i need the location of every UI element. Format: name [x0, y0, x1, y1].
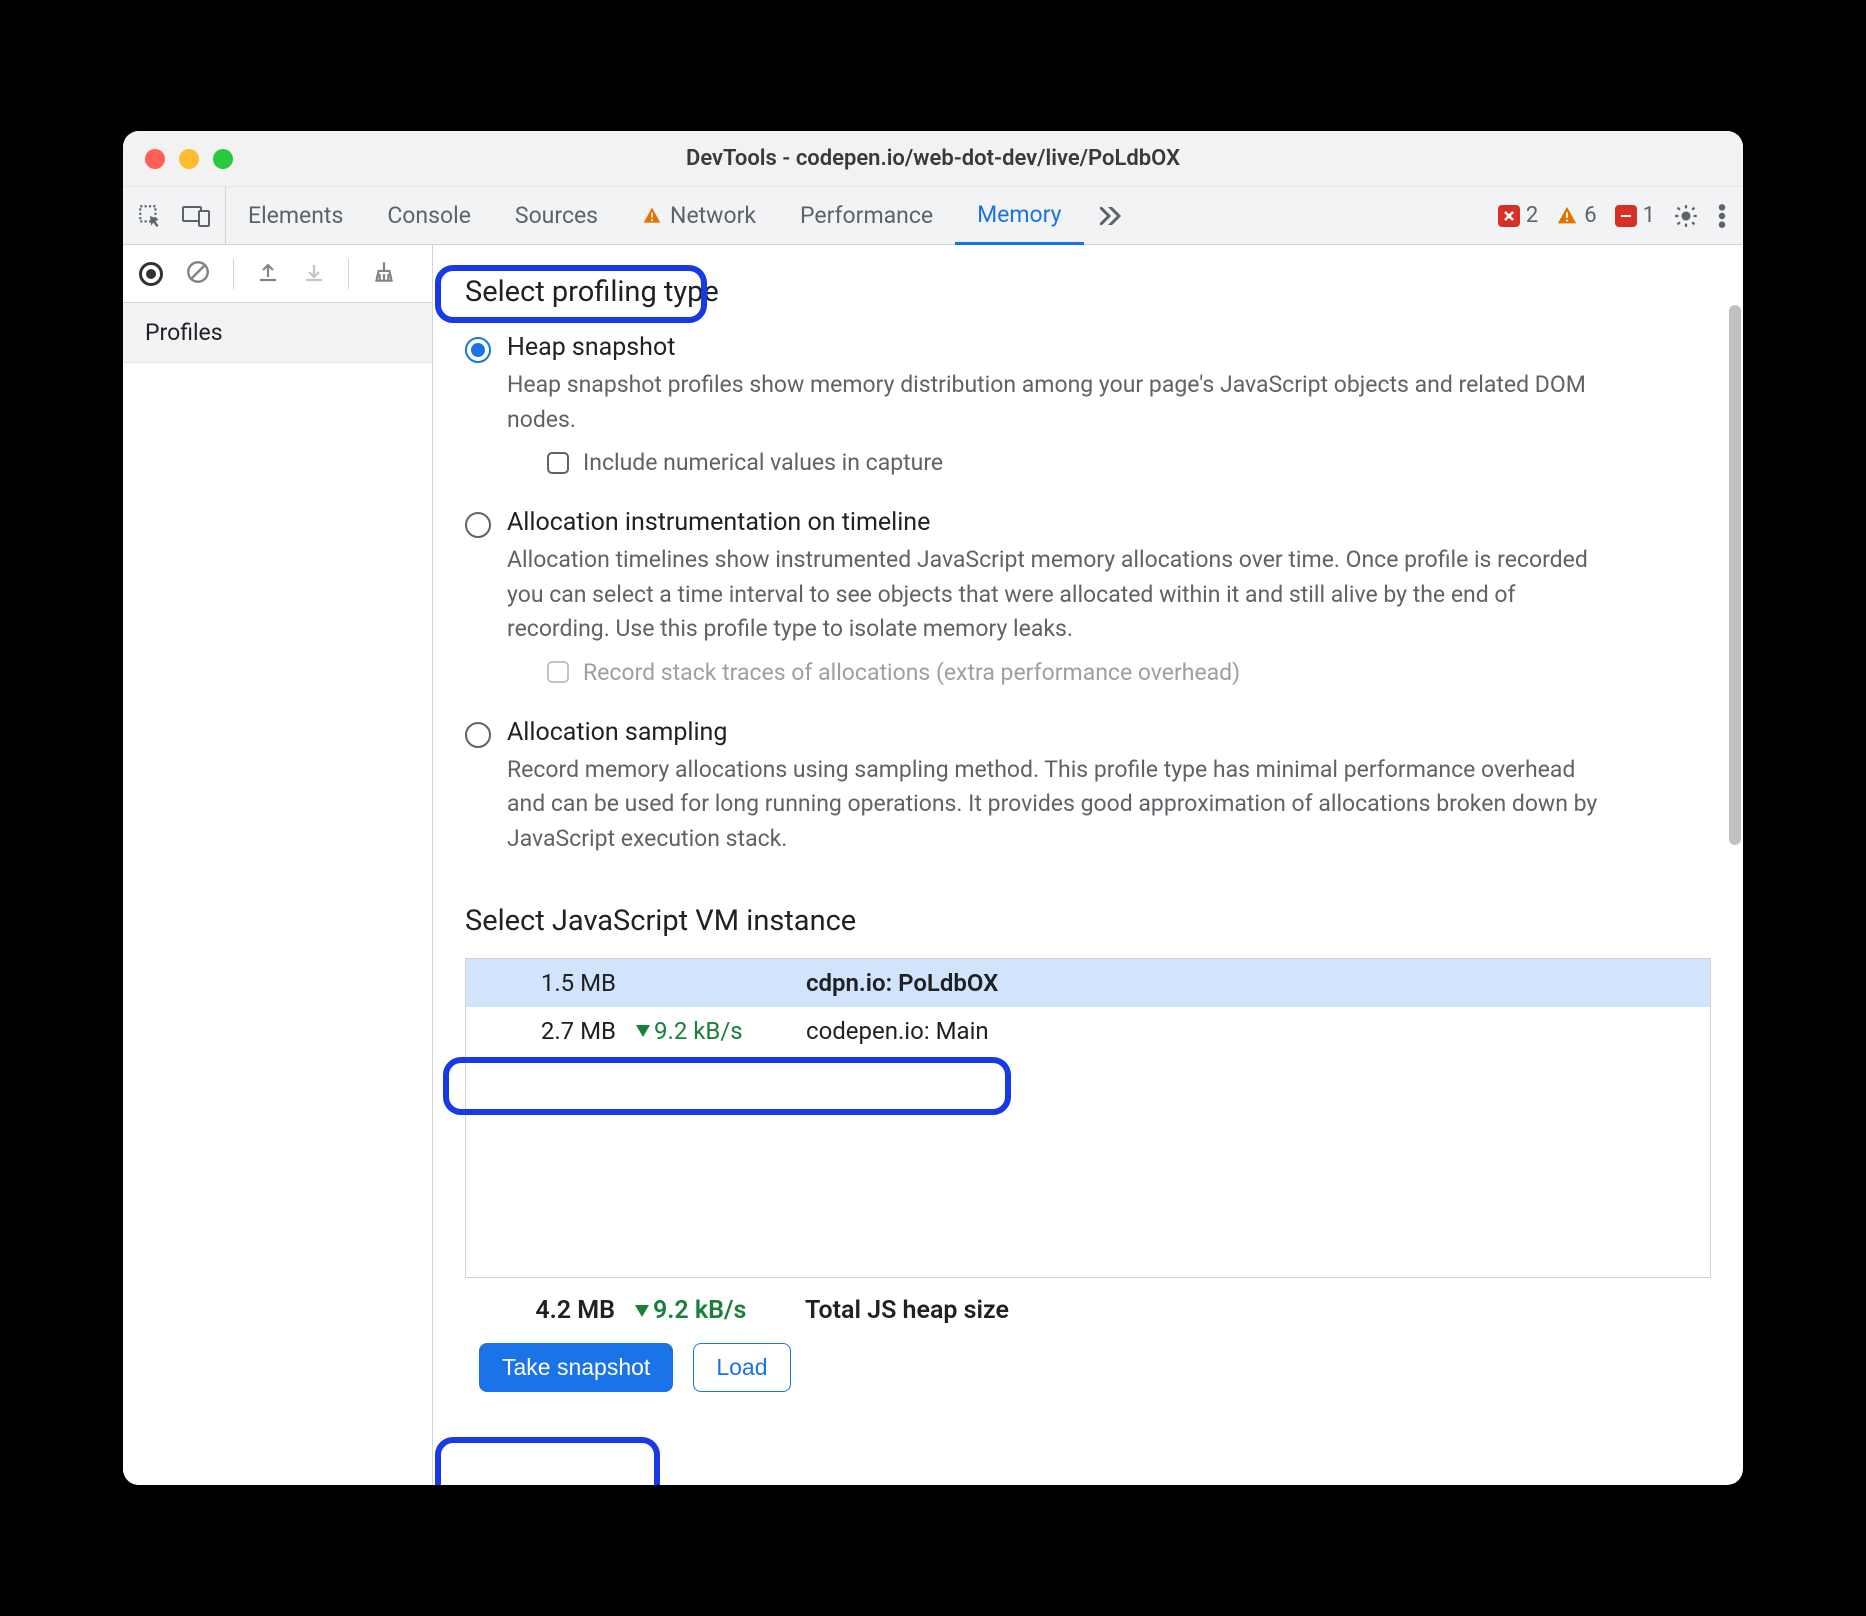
error-badge[interactable]: 2: [1498, 203, 1538, 228]
option-allocation-sampling[interactable]: Allocation sampling Record memory alloca…: [465, 714, 1711, 879]
devtools-window: DevTools - codepen.io/web-dot-dev/live/P…: [123, 131, 1743, 1485]
memory-panel: Select profiling type Heap snapshot Heap…: [433, 245, 1743, 1485]
warning-badge[interactable]: 6: [1556, 203, 1596, 228]
error-count: 2: [1526, 203, 1538, 228]
sidebar: Profiles: [123, 303, 433, 1485]
vm-row-delta: 9.2 kB/s: [636, 1017, 786, 1045]
option-allocation-timeline-desc: Allocation timelines show instrumented J…: [507, 543, 1607, 647]
issues-count: 1: [1643, 203, 1655, 228]
checkbox-stack-traces: [547, 661, 569, 683]
sidebar-item-profiles[interactable]: Profiles: [123, 303, 432, 363]
radio-heap-snapshot[interactable]: [465, 337, 491, 363]
radio-allocation-sampling[interactable]: [465, 722, 491, 748]
download-icon[interactable]: [302, 260, 326, 288]
vm-row-size: 1.5 MB: [496, 969, 616, 997]
tab-elements[interactable]: Elements: [226, 187, 365, 244]
device-toggle-icon[interactable]: [181, 204, 211, 228]
more-tabs-icon[interactable]: [1084, 207, 1144, 225]
main-tabbar: Elements Console Sources Network Perform…: [123, 187, 1743, 245]
error-icon: [1498, 205, 1520, 227]
highlight-take-snapshot: [435, 1437, 660, 1485]
option-allocation-timeline-title: Allocation instrumentation on timeline: [507, 508, 1711, 537]
vm-row-cdpn[interactable]: 1.5 MB cdpn.io: PoLdbOX: [466, 959, 1710, 1007]
include-numeric-label: Include numerical values in capture: [583, 449, 943, 476]
settings-icon[interactable]: [1673, 203, 1699, 229]
total-delta-val: 9.2 kB/s: [653, 1296, 746, 1325]
take-snapshot-button[interactable]: Take snapshot: [479, 1343, 673, 1392]
tab-network-label: Network: [670, 202, 756, 229]
arrow-down-icon: [636, 1025, 650, 1037]
inspect-icon[interactable]: [137, 203, 163, 229]
option-allocation-timeline[interactable]: Allocation instrumentation on timeline A…: [465, 504, 1711, 714]
option-heap-snapshot-title: Heap snapshot: [507, 333, 1711, 362]
profiling-type-heading: Select profiling type: [465, 275, 1711, 309]
record-stack-traces: Record stack traces of allocations (extr…: [547, 659, 1711, 686]
total-size: 4.2 MB: [495, 1296, 615, 1325]
issue-icon: [1615, 205, 1637, 227]
profiles-toolbar: [123, 245, 432, 303]
window-title: DevTools - codepen.io/web-dot-dev/live/P…: [123, 146, 1743, 171]
load-button[interactable]: Load: [693, 1343, 790, 1392]
warning-icon: [1556, 205, 1578, 227]
upload-icon[interactable]: [256, 260, 280, 288]
record-button[interactable]: [139, 262, 163, 286]
radio-allocation-timeline[interactable]: [465, 512, 491, 538]
gc-broom-icon[interactable]: [371, 259, 397, 289]
titlebar: DevTools - codepen.io/web-dot-dev/live/P…: [123, 131, 1743, 187]
vm-delta-value: 9.2 kB/s: [654, 1017, 743, 1045]
checkbox-include-numeric[interactable]: [547, 452, 569, 474]
minimize-button[interactable]: [179, 149, 199, 169]
tab-network[interactable]: Network: [620, 187, 778, 244]
total-label: Total JS heap size: [805, 1296, 1681, 1325]
option-allocation-sampling-desc: Record memory allocations using sampling…: [507, 753, 1607, 857]
vm-row-delta: [636, 969, 786, 997]
vm-instance-heading: Select JavaScript VM instance: [465, 904, 1711, 938]
vm-row-size: 2.7 MB: [496, 1017, 616, 1045]
vm-row-name: codepen.io: Main: [806, 1017, 1680, 1045]
zoom-button[interactable]: [213, 149, 233, 169]
more-options-icon[interactable]: [1717, 203, 1727, 229]
stack-traces-label: Record stack traces of allocations (extr…: [583, 659, 1240, 686]
warning-count: 6: [1584, 203, 1596, 228]
heap-include-numeric[interactable]: Include numerical values in capture: [547, 449, 1711, 476]
vm-row-name: cdpn.io: PoLdbOX: [806, 969, 1680, 997]
clear-icon[interactable]: [185, 259, 211, 289]
total-heap-row: 4.2 MB 9.2 kB/s Total JS heap size: [465, 1278, 1711, 1325]
total-delta: 9.2 kB/s: [635, 1296, 785, 1325]
close-button[interactable]: [145, 149, 165, 169]
warning-icon: [642, 206, 662, 226]
issues-badge[interactable]: 1: [1615, 203, 1655, 228]
vm-row-codepen[interactable]: 2.7 MB 9.2 kB/s codepen.io: Main: [466, 1007, 1710, 1055]
tab-performance[interactable]: Performance: [778, 187, 955, 244]
tab-sources[interactable]: Sources: [493, 187, 620, 244]
vm-instance-table: 1.5 MB cdpn.io: PoLdbOX 2.7 MB 9.2 kB/s …: [465, 958, 1711, 1278]
tab-console[interactable]: Console: [365, 187, 493, 244]
window-controls: [123, 149, 233, 169]
tab-memory[interactable]: Memory: [955, 188, 1083, 245]
scrollbar[interactable]: [1729, 305, 1741, 845]
arrow-down-icon: [635, 1305, 649, 1317]
option-heap-snapshot-desc: Heap snapshot profiles show memory distr…: [507, 368, 1607, 437]
option-heap-snapshot[interactable]: Heap snapshot Heap snapshot profiles sho…: [465, 329, 1711, 504]
option-allocation-sampling-title: Allocation sampling: [507, 718, 1711, 747]
